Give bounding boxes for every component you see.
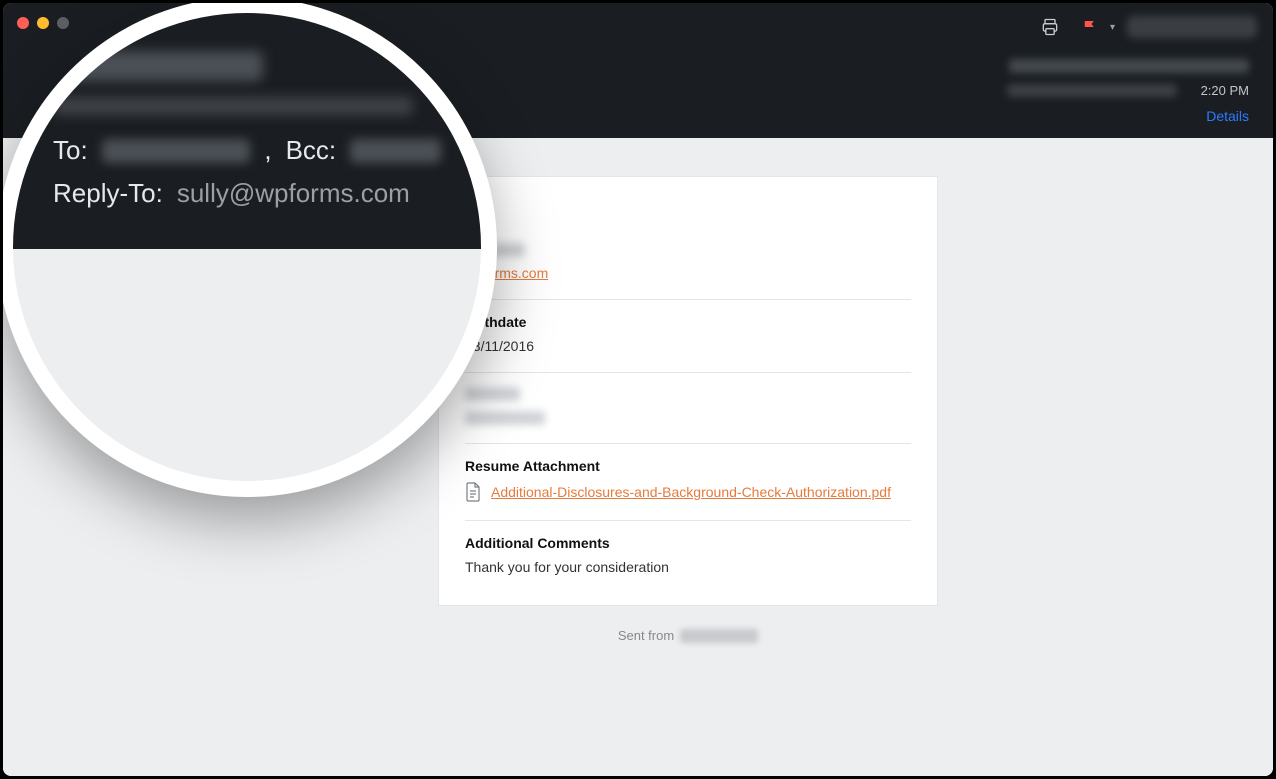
attachment-link[interactable]: Additional-Disclosures-and-Background-Ch… [491, 484, 891, 500]
magnified-subject-blurred [53, 51, 263, 81]
field-additional-comments: Additional Comments Thank you for your c… [465, 521, 911, 579]
magnified-header: To: , Bcc: Reply-To: sully@wpforms.com [13, 13, 481, 249]
field-label: Birthdate [465, 314, 911, 330]
field-label-blurred [465, 387, 520, 401]
field-birthdate: Birthdate 03/11/2016 [465, 300, 911, 373]
field-email: wpforms.com [465, 203, 911, 300]
sent-from: Sent from [618, 628, 758, 643]
mail-window: ▾ 2:20 PM Details wpforms.com [3, 3, 1273, 776]
to-value-blurred [102, 139, 251, 163]
field-blurred [465, 373, 911, 444]
account-label [1127, 16, 1257, 38]
flag-icon[interactable] [1076, 13, 1104, 41]
field-value-blurred [465, 411, 545, 425]
sender-line-blurred [1009, 59, 1249, 73]
field-label: Additional Comments [465, 535, 911, 551]
sent-from-value-blurred [680, 629, 758, 643]
bcc-value-blurred [350, 139, 441, 163]
reply-to-label: Reply-To: [53, 178, 163, 209]
reply-to-value: sully@wpforms.com [177, 178, 410, 209]
recipient-line-blurred [1007, 84, 1177, 97]
magnified-to-row: To: , Bcc: [53, 135, 441, 166]
details-link[interactable]: Details [1007, 108, 1249, 124]
email-meta: 2:20 PM Details [1007, 59, 1249, 124]
field-resume-attachment: Resume Attachment Additional-Disclosures… [465, 444, 911, 521]
print-icon[interactable] [1036, 13, 1064, 41]
document-icon [465, 482, 481, 502]
toolbar: ▾ [1036, 13, 1257, 41]
magnified-subline-blurred [53, 97, 413, 115]
magnifier-overlay: To: , Bcc: Reply-To: sully@wpforms.com [3, 3, 497, 497]
field-value: 03/11/2016 [465, 338, 911, 354]
email-time: 2:20 PM [1201, 83, 1249, 98]
magnified-replyto-row: Reply-To: sully@wpforms.com [53, 178, 441, 209]
sent-from-label: Sent from [618, 628, 674, 643]
bcc-label: Bcc: [286, 135, 337, 166]
field-value: Thank you for your consideration [465, 559, 911, 575]
email-card: wpforms.com Birthdate 03/11/2016 Resume … [438, 176, 938, 606]
to-label: To: [53, 135, 88, 166]
chevron-down-icon[interactable]: ▾ [1110, 22, 1115, 33]
field-label: Resume Attachment [465, 458, 911, 474]
